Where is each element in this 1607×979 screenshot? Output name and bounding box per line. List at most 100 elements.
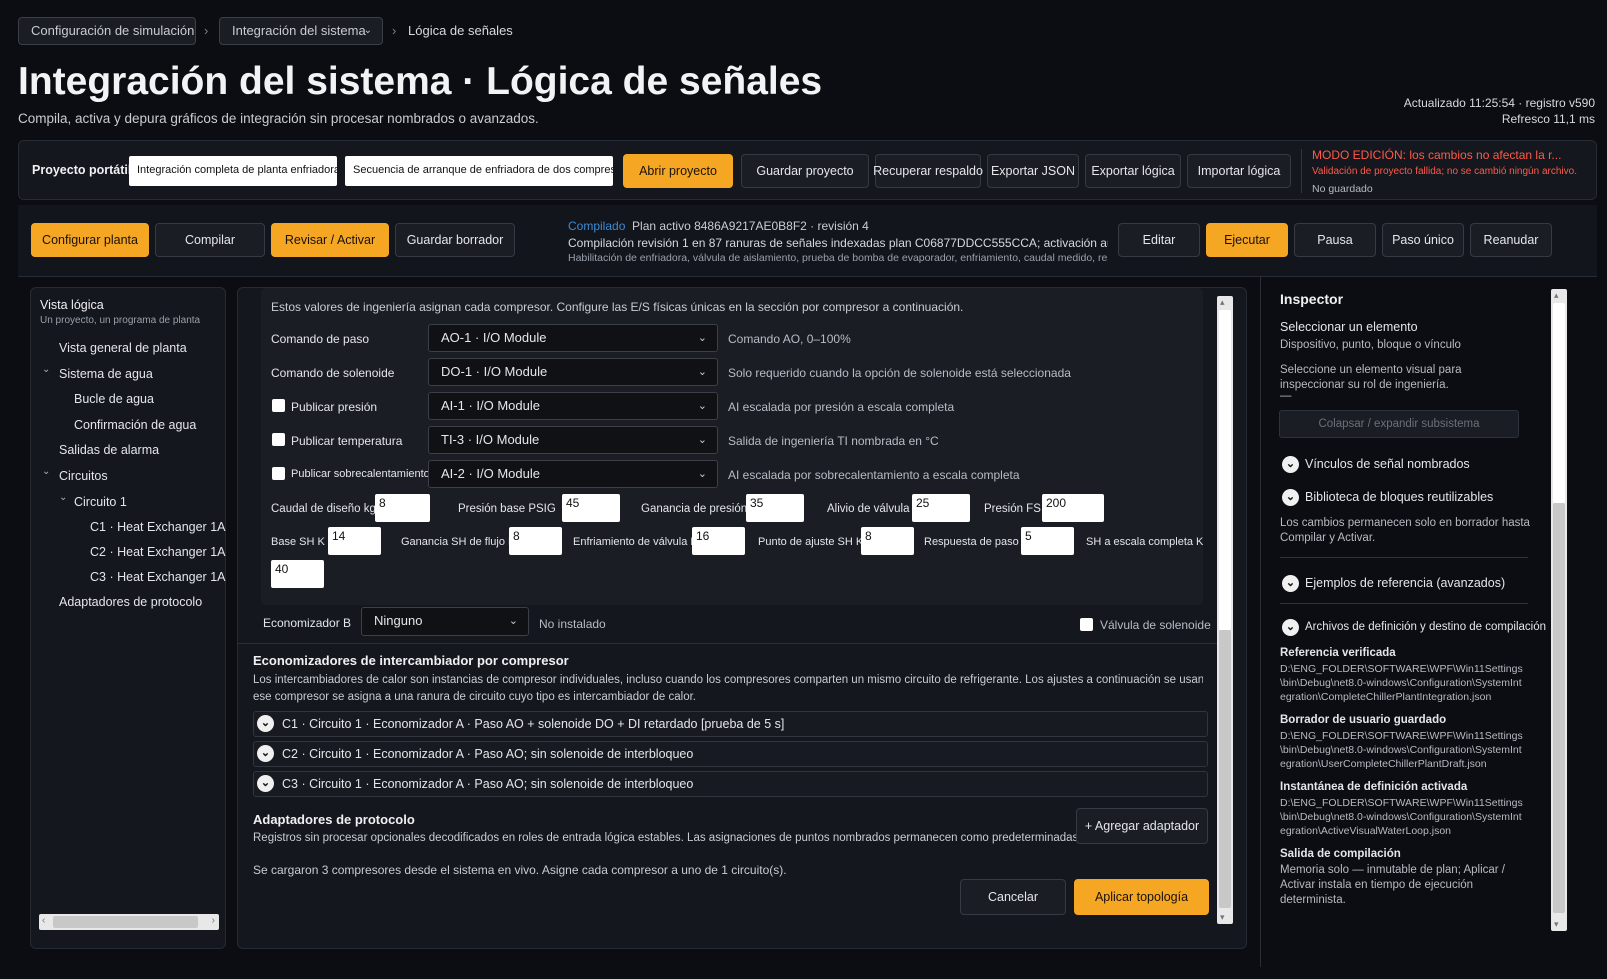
import-logic-button[interactable]: Importar lógica <box>1187 154 1291 188</box>
compile-button[interactable]: Compilar <box>155 223 265 257</box>
open-project-button[interactable]: Abrir proyecto <box>623 154 733 188</box>
scroll-right-icon[interactable]: › <box>212 915 215 926</box>
scrollbar-thumb[interactable] <box>53 916 198 928</box>
save-draft-button[interactable]: Guardar borrador <box>395 223 515 257</box>
chevron-down-icon[interactable]: ⌄ <box>42 466 50 477</box>
tree-item-c3-heat-exchanger[interactable]: C3 · Heat Exchanger 1A <box>90 570 226 584</box>
tree-item-water-system[interactable]: Sistema de agua <box>59 367 153 381</box>
tree-item-protocol-adapters[interactable]: Adaptadores de protocolo <box>59 595 202 609</box>
reference-examples-section[interactable]: Ejemplos de referencia (avanzados) <box>1305 576 1505 590</box>
scroll-up-icon[interactable]: ▴ <box>1220 297 1225 308</box>
design-flow-input[interactable]: 8 <box>375 494 430 522</box>
project-name-input[interactable]: Integración completa de planta enfriador… <box>129 156 337 186</box>
publish-superheat-checkbox[interactable] <box>272 467 285 480</box>
collapse-expand-button[interactable]: Colapsar / expandir subsistema <box>1279 410 1519 438</box>
divider <box>1280 557 1528 558</box>
breadcrumb-item-integration[interactable]: Integración del sistema ⌄ <box>219 17 383 45</box>
definition-files-section[interactable]: Archivos de definición y destino de comp… <box>1305 621 1546 633</box>
chevron-down-icon[interactable]: ⌄ <box>42 364 50 375</box>
edit-button[interactable]: Editar <box>1118 223 1200 257</box>
hx-description-line2: ese compresor se asigna a una ranura de … <box>253 691 696 703</box>
flow-sh-gain-input[interactable]: 8 <box>509 527 562 555</box>
enable-info: Habilitación de enfriadora, válvula de a… <box>568 252 1108 264</box>
chevron-down-circle-icon[interactable]: ⌄ <box>1282 619 1299 636</box>
run-button[interactable]: Ejecutar <box>1206 223 1288 257</box>
base-pressure-input[interactable]: 45 <box>562 494 620 522</box>
hx-expander-c2[interactable]: ⌄ C2 · Circuito 1 · Economizador A · Pas… <box>253 741 1208 767</box>
valve-relief-input[interactable]: 25 <box>912 494 970 522</box>
hx-item-label: C2 · Circuito 1 · Economizador A · Paso … <box>282 747 694 761</box>
chevron-down-circle-icon[interactable]: ⌄ <box>1282 456 1299 473</box>
cancel-button[interactable]: Cancelar <box>960 879 1066 915</box>
breadcrumb-item-integration-label: Integración del sistema <box>232 23 366 38</box>
restore-backup-button[interactable]: Recuperar respaldo <box>873 154 983 188</box>
solenoid-valve-checkbox[interactable] <box>1080 618 1093 631</box>
draft-note: Los cambios permanecen solo en borrador … <box>1280 517 1530 544</box>
pressure-fs-input[interactable]: 200 <box>1042 494 1104 522</box>
vertical-scrollbar[interactable]: ▴ ▾ <box>1217 296 1233 924</box>
row-description: AI escalada por sobrecalentamiento a esc… <box>728 468 1020 482</box>
hx-expander-c3[interactable]: ⌄ C3 · Circuito 1 · Economizador A · Pas… <box>253 771 1208 797</box>
base-sh-input[interactable]: 14 <box>328 527 381 555</box>
hx-expander-c1[interactable]: ⌄ C1 · Circuito 1 · Economizador A · Pas… <box>253 711 1208 737</box>
breadcrumb-item-simulation[interactable]: Configuración de simulación <box>18 17 196 45</box>
named-links-section[interactable]: Vínculos de señal nombrados <box>1305 457 1470 471</box>
select-value: AI-2 · I/O Module <box>441 466 540 481</box>
page-title: Integración del sistema · Lógica de seña… <box>18 60 823 103</box>
publish-temperature-checkbox[interactable] <box>272 433 285 446</box>
chevron-down-icon[interactable]: ⌄ <box>59 492 67 503</box>
row-description: Salida de ingeniería TI nombrada en °C <box>728 434 939 448</box>
export-json-button[interactable]: Exportar JSON <box>987 154 1079 188</box>
activated-snapshot-path: D:\ENG_FOLDER\SOFTWARE\WPF\Win11Settings… <box>1280 797 1523 837</box>
tree-item-water-loop[interactable]: Bucle de agua <box>74 392 154 406</box>
param-label: Ganancia SH de flujo K <box>401 536 516 548</box>
tree-item-water-confirmation[interactable]: Confirmación de agua <box>74 418 196 432</box>
single-step-button[interactable]: Paso único <box>1382 223 1464 257</box>
horizontal-scrollbar[interactable]: ‹ › <box>39 914 219 930</box>
tree-item-c2-heat-exchanger[interactable]: C2 · Heat Exchanger 1A <box>90 545 226 559</box>
block-library-section[interactable]: Biblioteca de bloques reutilizables <box>1305 490 1493 504</box>
save-project-button[interactable]: Guardar proyecto <box>741 154 869 188</box>
review-activate-button[interactable]: Revisar / Activar <box>271 223 389 257</box>
publish-pressure-checkbox[interactable] <box>272 399 285 412</box>
compiled-status-tag: Compilado <box>568 219 626 233</box>
resume-button[interactable]: Reanudar <box>1470 223 1552 257</box>
tree-item-circuit-1[interactable]: Circuito 1 <box>74 495 127 509</box>
protocol-section-title: Adaptadores de protocolo <box>253 812 415 827</box>
configure-plant-button[interactable]: Configurar planta <box>31 223 149 257</box>
vertical-scrollbar[interactable]: ▴ ▾ <box>1551 289 1567 931</box>
tree-item-plant-overview[interactable]: Vista general de planta <box>59 341 187 355</box>
scrollbar-thumb[interactable] <box>1553 303 1565 503</box>
scrollbar-thumb[interactable] <box>1219 310 1231 630</box>
step-command-select[interactable]: AO-1 · I/O Module ⌄ <box>428 324 718 352</box>
tree-item-alarm-outputs[interactable]: Salidas de alarma <box>59 443 159 457</box>
project-description-input[interactable]: Secuencia de arranque de enfriadora de d… <box>345 156 613 186</box>
select-element-hint: Seleccione un elemento visual para inspe… <box>1280 364 1462 391</box>
step-response-input[interactable]: 5 <box>1021 527 1074 555</box>
chevron-down-circle-icon[interactable]: ⌄ <box>1282 575 1299 592</box>
tree-item-circuits[interactable]: Circuitos <box>59 469 108 483</box>
scroll-down-icon[interactable]: ▾ <box>1220 912 1225 923</box>
inspector-panel: Inspector Seleccionar un elemento Dispos… <box>1268 287 1589 949</box>
publish-superheat-select[interactable]: AI-2 · I/O Module ⌄ <box>428 460 718 488</box>
publish-temperature-select[interactable]: TI-3 · I/O Module ⌄ <box>428 426 718 454</box>
valve-cooling-input[interactable]: 16 <box>692 527 745 555</box>
scroll-down-icon[interactable]: ▾ <box>1554 919 1559 930</box>
chevron-down-circle-icon[interactable]: ⌄ <box>1282 489 1299 506</box>
scroll-up-icon[interactable]: ▴ <box>1554 290 1559 301</box>
sh-setpoint-input[interactable]: 8 <box>861 527 914 555</box>
add-adapter-button[interactable]: + Agregar adaptador <box>1076 808 1208 844</box>
apply-topology-button[interactable]: Aplicar topología <box>1074 879 1209 915</box>
verified-reference-title: Referencia verificada <box>1280 647 1396 659</box>
economizer-b-select[interactable]: Ninguno ⌄ <box>361 607 529 636</box>
tree-item-c1-heat-exchanger[interactable]: C1 · Heat Exchanger 1A <box>90 520 226 534</box>
pause-button[interactable]: Pausa <box>1294 223 1376 257</box>
sh-full-scale-input[interactable]: 40 <box>271 560 324 588</box>
pressure-gain-input[interactable]: 35 <box>746 494 804 522</box>
select-value: AO-1 · I/O Module <box>441 330 547 345</box>
solenoid-command-select[interactable]: DO-1 · I/O Module ⌄ <box>428 358 718 386</box>
publish-pressure-select[interactable]: AI-1 · I/O Module ⌄ <box>428 392 718 420</box>
saved-draft-title: Borrador de usuario guardado <box>1280 714 1447 726</box>
scroll-left-icon[interactable]: ‹ <box>42 915 45 926</box>
export-logic-button[interactable]: Exportar lógica <box>1085 154 1181 188</box>
